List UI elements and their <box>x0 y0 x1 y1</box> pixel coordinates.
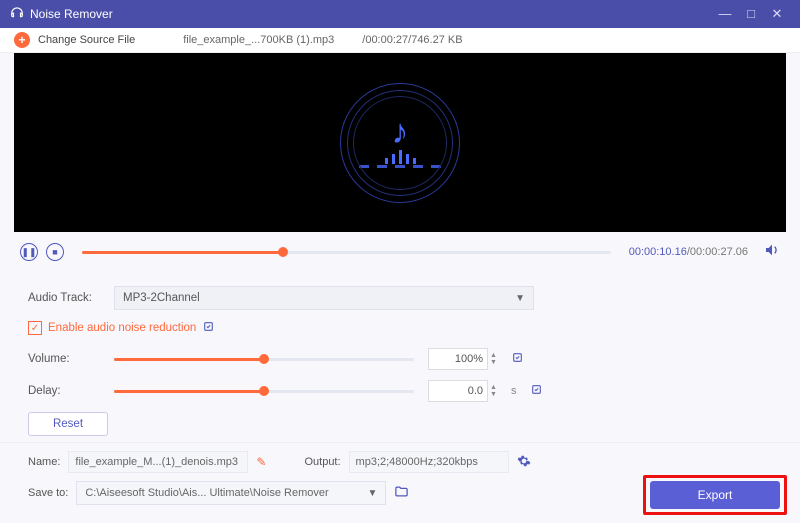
edit-name-icon[interactable]: ✎ <box>256 455 266 469</box>
source-toolbar: + Change Source File file_example_...700… <box>0 28 800 54</box>
minimize-button[interactable]: — <box>712 6 738 21</box>
save-to-label: Save to: <box>28 487 68 499</box>
footer-section: Name: file_example_M...(1)_denois.mp3 ✎ … <box>0 442 800 523</box>
window-title: Noise Remover <box>30 7 712 21</box>
app-logo-icon <box>10 5 24 22</box>
volume-stepper[interactable]: ▲▼ <box>490 352 497 366</box>
preview-area: ♪ <box>14 53 786 232</box>
audio-track-label: Audio Track: <box>28 292 100 304</box>
volume-input[interactable]: 100% <box>428 348 488 370</box>
app-window: Noise Remover — □ ✕ + Change Source File… <box>0 0 800 523</box>
maximize-button[interactable]: □ <box>738 6 764 21</box>
progress-track <box>82 251 611 254</box>
music-note-icon: ♪ <box>392 113 409 152</box>
noise-reduction-settings-icon[interactable] <box>202 320 215 336</box>
save-path-select[interactable]: C:\Aiseesoft Studio\Ais... Ultimate\Nois… <box>76 481 386 505</box>
chevron-down-icon: ▼ <box>515 293 525 304</box>
name-label: Name: <box>28 456 60 468</box>
music-visual-icon: ♪ <box>340 83 460 203</box>
volume-reset-icon[interactable] <box>511 351 524 367</box>
progress-thumb[interactable] <box>278 247 288 257</box>
noise-reduction-row: ✓ Enable audio noise reduction <box>28 320 772 336</box>
progress-fill <box>82 251 283 254</box>
volume-slider[interactable] <box>114 351 414 367</box>
open-folder-icon[interactable] <box>394 484 409 502</box>
delay-row: Delay: 0.0 ▲▼ s <box>28 380 772 402</box>
volume-thumb[interactable] <box>259 354 269 364</box>
settings-section: Audio Track: MP3-2Channel ▼ ✓ Enable aud… <box>0 270 800 442</box>
output-label: Output: <box>304 456 340 468</box>
time-display: 00:00:10.16/00:00:27.06 <box>629 246 748 258</box>
close-button[interactable]: ✕ <box>764 6 790 22</box>
delay-input[interactable]: 0.0 <box>428 380 488 402</box>
total-time: /00:00:27.06 <box>687 246 748 258</box>
player-controls: ❚❚ ■ 00:00:10.16/00:00:27.06 <box>0 232 800 270</box>
delay-label: Delay: <box>28 385 100 397</box>
noise-reduction-label: Enable audio noise reduction <box>48 322 196 334</box>
audio-track-select[interactable]: MP3-2Channel ▼ <box>114 286 534 310</box>
output-settings-icon[interactable] <box>517 454 531 471</box>
output-format-box: mp3;2;48000Hz;320kbps <box>349 451 509 473</box>
save-path-value: C:\Aiseesoft Studio\Ais... Ultimate\Nois… <box>85 487 328 499</box>
volume-icon[interactable] <box>764 242 780 262</box>
change-source-link[interactable]: Change Source File <box>38 34 135 46</box>
volume-label: Volume: <box>28 353 100 365</box>
stop-button[interactable]: ■ <box>46 243 64 261</box>
delay-unit: s <box>511 385 517 397</box>
delay-stepper[interactable]: ▲▼ <box>490 384 497 398</box>
noise-reduction-checkbox[interactable]: ✓ <box>28 321 42 335</box>
delay-reset-icon[interactable] <box>530 383 543 399</box>
audio-track-value: MP3-2Channel <box>123 292 200 304</box>
reset-button[interactable]: Reset <box>28 412 108 436</box>
export-button[interactable]: Export <box>650 481 780 509</box>
chevron-down-icon: ▼ <box>367 488 377 499</box>
audio-track-row: Audio Track: MP3-2Channel ▼ <box>28 286 772 310</box>
source-filename: file_example_...700KB (1).mp3 <box>183 34 334 46</box>
progress-slider[interactable] <box>82 244 611 260</box>
current-time: 00:00:10.16 <box>629 246 687 258</box>
equalizer-icon <box>385 150 416 164</box>
volume-row: Volume: 100% ▲▼ <box>28 348 772 370</box>
delay-slider[interactable] <box>114 383 414 399</box>
pause-button[interactable]: ❚❚ <box>20 243 38 261</box>
name-row: Name: file_example_M...(1)_denois.mp3 ✎ … <box>28 451 772 473</box>
name-input[interactable]: file_example_M...(1)_denois.mp3 <box>68 451 248 473</box>
title-bar: Noise Remover — □ ✕ <box>0 0 800 28</box>
equalizer-base-icon <box>359 165 441 168</box>
source-meta: /00:00:27/746.27 KB <box>362 34 462 46</box>
delay-thumb[interactable] <box>259 386 269 396</box>
add-source-icon[interactable]: + <box>14 32 30 48</box>
